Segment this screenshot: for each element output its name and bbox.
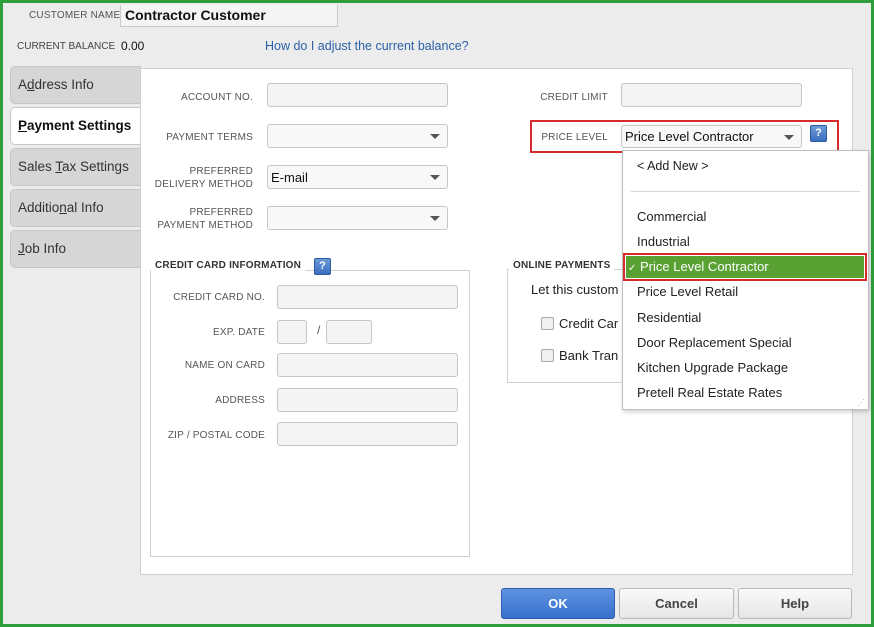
tab-label-accel: n [59,200,67,215]
ok-button[interactable]: OK [501,588,615,619]
address-input[interactable] [277,388,458,412]
tab-label: A [18,77,28,92]
credit-limit-input[interactable] [621,83,802,107]
cancel-button[interactable]: Cancel [619,588,734,619]
chevron-down-icon [430,134,440,139]
payment-method-select[interactable] [267,206,448,230]
dropdown-selected-row: ✓ Price Level Contractor [626,256,864,278]
customer-name-label: CUSTOMER NAME [29,10,121,21]
delivery-method-value: E-mail [271,170,308,185]
customer-name-field[interactable]: Contractor Customer [120,5,338,27]
exp-month-input[interactable] [277,320,307,344]
bank-transfer-option-label: Bank Tran [559,348,619,363]
dropdown-separator [631,191,860,192]
dropdown-add-new[interactable]: < Add New > [637,159,709,173]
tab-job-info[interactable]: Job Info [10,230,141,268]
price-level-value: Price Level Contractor [625,129,754,144]
dropdown-item-residential[interactable]: Residential [637,310,701,325]
delivery-method-label-line: PREFERRED [189,166,253,177]
help-button[interactable]: Help [738,588,852,619]
payment-method-label: PREFERRED PAYMENT METHOD [143,206,253,232]
zip-code-label: ZIP / POSTAL CODE [167,430,265,441]
dropdown-item-door-replacement-special[interactable]: Door Replacement Special [637,335,792,350]
name-on-card-input[interactable] [277,353,458,377]
credit-card-section [150,270,470,557]
bank-transfer-checkbox[interactable] [541,349,554,362]
tab-label-accel: P [18,118,28,133]
credit-card-no-input[interactable] [277,285,458,309]
credit-card-no-label: CREDIT CARD NO. [173,292,265,303]
credit-card-checkbox[interactable] [541,317,554,330]
dropdown-selected-label: Price Level Contractor [640,259,769,274]
dropdown-item-commercial[interactable]: Commercial [637,209,706,224]
dropdown-item-pretell-real-estate-rates[interactable]: Pretell Real Estate Rates [637,385,782,400]
account-no-label: ACCOUNT NO. [180,92,253,103]
tab-label: ayment Settings [27,118,132,133]
exp-year-input[interactable] [326,320,372,344]
help-icon[interactable]: ? [810,125,827,142]
checkmark-icon: ✓ [628,263,637,274]
tab-label: Additio [18,200,60,215]
tab-label: Sales [18,159,56,174]
current-balance-value: 0.00 [121,39,145,53]
dropdown-item-price-level-contractor[interactable]: ✓ Price Level Contractor [623,253,867,281]
tab-label-accel: J [18,241,25,256]
help-icon[interactable]: ? [314,258,331,275]
payment-method-label-line: PAYMENT METHOD [157,220,253,231]
chevron-down-icon [430,175,440,180]
dropdown-item-industrial[interactable]: Industrial [637,234,690,249]
delivery-method-select[interactable]: E-mail [267,165,448,189]
tab-address-info[interactable]: Address Info [10,66,141,104]
delivery-method-label-line: DELIVERY METHOD [154,179,253,190]
tab-label: al Info [66,200,104,215]
tab-payment-settings[interactable]: Payment Settings [10,107,141,145]
chevron-down-icon [430,216,440,221]
payment-terms-select[interactable] [267,124,448,148]
zip-code-input[interactable] [277,422,458,446]
tab-label: ob Info [24,241,67,256]
dialog-frame: CUSTOMER NAME Contractor Customer CURREN… [0,0,874,627]
price-level-dropdown: < Add New > Commercial Industrial ✓ Pric… [622,150,869,410]
dropdown-item-kitchen-upgrade-package[interactable]: Kitchen Upgrade Package [637,360,788,375]
credit-card-option-label: Credit Car [559,316,619,331]
current-balance-label: CURRENT BALANCE [17,41,116,52]
adjust-balance-link[interactable]: How do I adjust the current balance? [265,39,469,53]
delivery-method-label: PREFERRED DELIVERY METHOD [143,165,253,191]
tab-label-accel: d [27,77,35,92]
exp-date-label: EXP. DATE [212,327,265,338]
exp-date-separator: / [317,323,321,337]
credit-limit-label: CREDIT LIMIT [540,92,608,103]
payment-terms-label: PAYMENT TERMS [166,132,253,143]
tab-sales-tax-settings[interactable]: Sales Tax Settings [10,148,141,186]
tab-label: dress Info [34,77,94,92]
price-level-select[interactable]: Price Level Contractor [621,125,802,148]
tab-additional-info[interactable]: Additional Info [10,189,141,227]
address-label: ADDRESS [215,395,265,406]
chevron-down-icon [784,135,794,140]
online-payments-text: Let this custom [531,282,619,297]
resize-grip-icon[interactable]: ⋰ [857,398,865,407]
online-payments-title: ONLINE PAYMENTS [509,260,615,271]
tab-label: ax Settings [62,159,129,174]
account-no-input[interactable] [267,83,448,107]
price-level-label: PRICE LEVEL [541,132,608,143]
credit-card-title: CREDIT CARD INFORMATION [151,260,306,271]
dropdown-item-price-level-retail[interactable]: Price Level Retail [637,284,738,299]
payment-method-label-line: PREFERRED [189,207,253,218]
name-on-card-label: NAME ON CARD [184,360,265,371]
